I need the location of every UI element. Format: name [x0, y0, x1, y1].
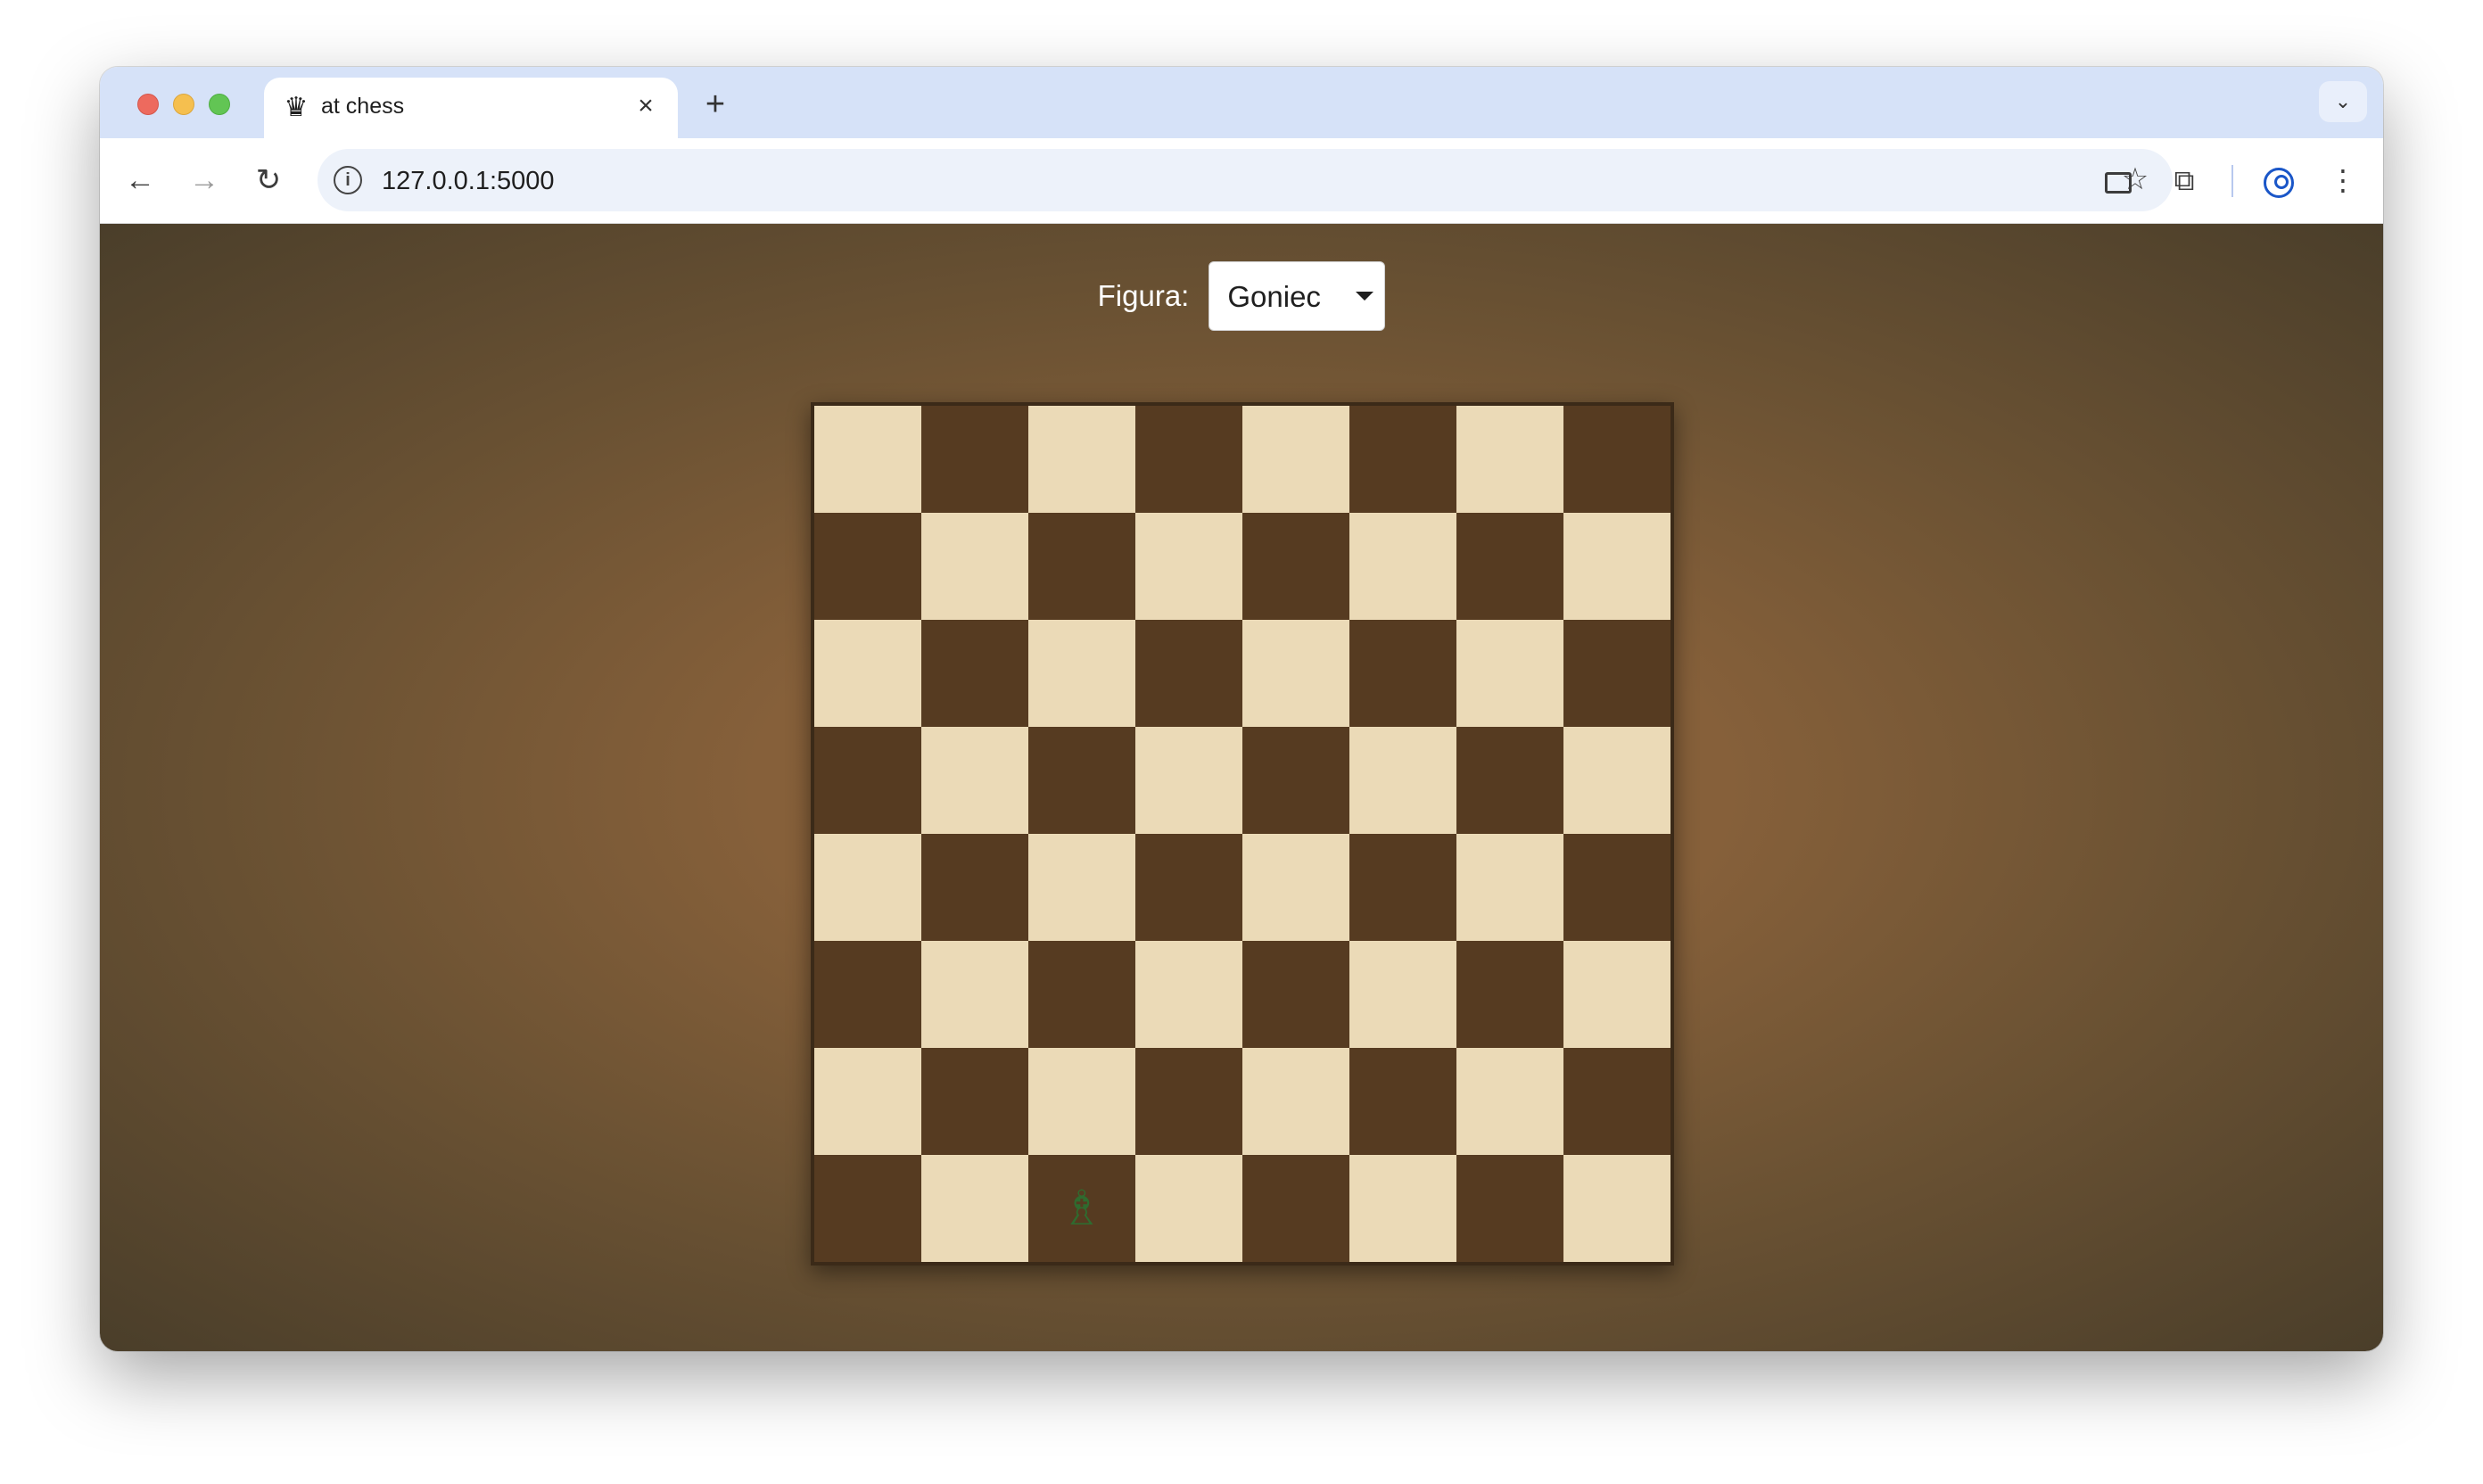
board-square-h4[interactable]: [1563, 834, 1670, 941]
board-square-d8[interactable]: [1135, 406, 1242, 513]
url-text[interactable]: 127.0.0.1:5000: [382, 167, 555, 196]
board-square-h1[interactable]: [1563, 1155, 1670, 1262]
forward-button[interactable]: →: [182, 158, 227, 202]
board-square-d2[interactable]: [1135, 1048, 1242, 1155]
close-tab-icon[interactable]: ×: [630, 90, 662, 122]
board-square-b7[interactable]: [921, 513, 1028, 620]
board-square-d1[interactable]: [1135, 1155, 1242, 1262]
board-square-c5[interactable]: [1028, 727, 1135, 834]
board-square-a8[interactable]: [814, 406, 921, 513]
board-square-a2[interactable]: [814, 1048, 921, 1155]
board-square-f3[interactable]: [1349, 941, 1456, 1048]
board-square-g2[interactable]: [1456, 1048, 1563, 1155]
board-square-b1[interactable]: [921, 1155, 1028, 1262]
board-square-d3[interactable]: [1135, 941, 1242, 1048]
board-square-f7[interactable]: [1349, 513, 1456, 620]
board-square-f6[interactable]: [1349, 620, 1456, 727]
board-square-a1[interactable]: [814, 1155, 921, 1262]
tab-title: at chess: [321, 94, 405, 119]
chess-queen-icon: ♛: [284, 93, 309, 122]
chess-board: ♗: [811, 402, 1674, 1266]
board-square-h8[interactable]: [1563, 406, 1670, 513]
menu-icon[interactable]: ⋮: [2321, 158, 2365, 202]
board-square-e1[interactable]: [1242, 1155, 1349, 1262]
browser-tab[interactable]: ♛ at chess ×: [264, 78, 678, 142]
board-square-h7[interactable]: [1563, 513, 1670, 620]
board-square-g1[interactable]: [1456, 1155, 1563, 1262]
board-square-g8[interactable]: [1456, 406, 1563, 513]
board-square-f4[interactable]: [1349, 834, 1456, 941]
board-square-e2[interactable]: [1242, 1048, 1349, 1155]
board-square-d5[interactable]: [1135, 727, 1242, 834]
board-square-g7[interactable]: [1456, 513, 1563, 620]
board-square-g3[interactable]: [1456, 941, 1563, 1048]
figure-controls: Figura: Goniec: [100, 261, 2383, 331]
close-window-button[interactable]: [137, 94, 159, 115]
tab-search-button[interactable]: ⌄: [2319, 81, 2367, 122]
board-square-c3[interactable]: [1028, 941, 1135, 1048]
board-square-c6[interactable]: [1028, 620, 1135, 727]
board-square-e7[interactable]: [1242, 513, 1349, 620]
board-square-d7[interactable]: [1135, 513, 1242, 620]
board-square-b8[interactable]: [921, 406, 1028, 513]
board-square-a7[interactable]: [814, 513, 921, 620]
toolbar-divider: [2231, 165, 2233, 197]
board-square-e6[interactable]: [1242, 620, 1349, 727]
board-square-f8[interactable]: [1349, 406, 1456, 513]
browser-toolbar: ← → ↻ i 127.0.0.1:5000 ☆ ⧉ ⋮: [100, 138, 2383, 224]
board-square-a6[interactable]: [814, 620, 921, 727]
figure-select-value: Goniec: [1227, 280, 1321, 313]
extensions-icon[interactable]: ⧉: [2162, 158, 2207, 202]
board-square-a3[interactable]: [814, 941, 921, 1048]
chevron-down-icon: [1356, 292, 1374, 301]
board-square-h2[interactable]: [1563, 1048, 1670, 1155]
reload-button[interactable]: ↻: [246, 158, 291, 202]
tab-strip: ♛ at chess × + ⌄: [100, 67, 2383, 142]
board-square-d4[interactable]: [1135, 834, 1242, 941]
board-square-c2[interactable]: [1028, 1048, 1135, 1155]
maximize-window-button[interactable]: [209, 94, 230, 115]
board-square-g4[interactable]: [1456, 834, 1563, 941]
board-square-g6[interactable]: [1456, 620, 1563, 727]
board-square-h5[interactable]: [1563, 727, 1670, 834]
board-square-h3[interactable]: [1563, 941, 1670, 1048]
board-square-a4[interactable]: [814, 834, 921, 941]
board-square-f1[interactable]: [1349, 1155, 1456, 1262]
profile-icon[interactable]: [2256, 158, 2301, 202]
board-square-e3[interactable]: [1242, 941, 1349, 1048]
board-square-b5[interactable]: [921, 727, 1028, 834]
page-content: Figura: Goniec ♗: [100, 224, 2383, 1351]
board-square-g5[interactable]: [1456, 727, 1563, 834]
site-info-icon[interactable]: i: [334, 166, 362, 194]
screen-capture-icon[interactable]: [2096, 158, 2141, 202]
board-square-f2[interactable]: [1349, 1048, 1456, 1155]
board-square-c1[interactable]: ♗: [1028, 1155, 1135, 1262]
board-square-b4[interactable]: [921, 834, 1028, 941]
board-square-b6[interactable]: [921, 620, 1028, 727]
minimize-window-button[interactable]: [173, 94, 194, 115]
board-square-h6[interactable]: [1563, 620, 1670, 727]
address-bar[interactable]: i 127.0.0.1:5000 ☆: [318, 149, 2173, 211]
board-square-b2[interactable]: [921, 1048, 1028, 1155]
new-tab-button[interactable]: +: [696, 85, 735, 124]
board-square-c8[interactable]: [1028, 406, 1135, 513]
bishop-piece-icon[interactable]: ♗: [1028, 1155, 1135, 1262]
browser-window: ♛ at chess × + ⌄ ← → ↻ i 127.0.0.1:5000 …: [100, 67, 2383, 1351]
board-square-c4[interactable]: [1028, 834, 1135, 941]
board-square-d6[interactable]: [1135, 620, 1242, 727]
board-square-a5[interactable]: [814, 727, 921, 834]
figure-label: Figura:: [1097, 279, 1190, 312]
board-square-e5[interactable]: [1242, 727, 1349, 834]
board-square-e8[interactable]: [1242, 406, 1349, 513]
back-button[interactable]: ←: [118, 158, 162, 202]
board-square-b3[interactable]: [921, 941, 1028, 1048]
board-square-c7[interactable]: [1028, 513, 1135, 620]
board-square-e4[interactable]: [1242, 834, 1349, 941]
board-square-f5[interactable]: [1349, 727, 1456, 834]
figure-select[interactable]: Goniec: [1209, 261, 1386, 331]
